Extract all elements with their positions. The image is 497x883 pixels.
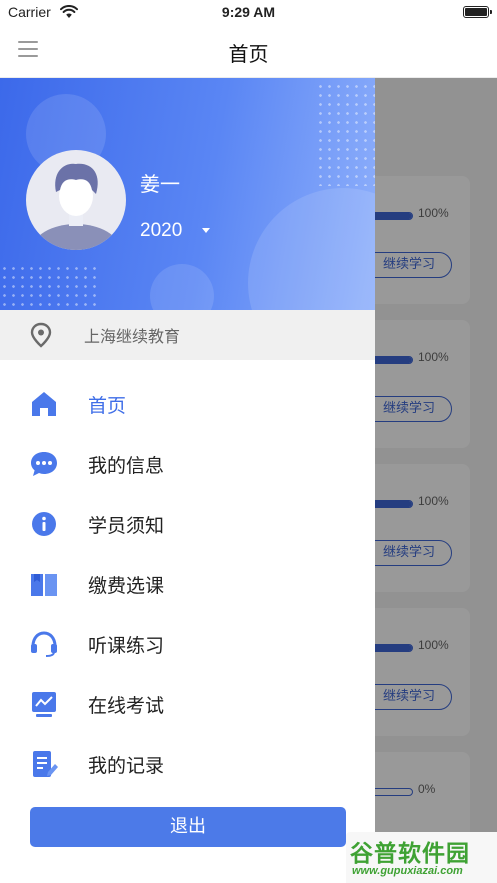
menu-item-home[interactable]: 首页	[0, 374, 375, 434]
decorative-circle	[248, 188, 375, 310]
menu-item-notice[interactable]: 学员须知	[0, 494, 375, 554]
decorative-dots	[0, 264, 96, 310]
status-bar: Carrier 9:29 AM	[0, 0, 497, 26]
menu-item-practice[interactable]: 听课练习	[0, 614, 375, 674]
caret-down-icon[interactable]	[202, 228, 210, 233]
watermark-title: 谷普软件园	[350, 841, 470, 867]
headset-icon	[28, 630, 60, 658]
menu-item-records[interactable]: 我的记录	[0, 734, 375, 794]
chat-bubble-icon	[28, 450, 60, 478]
logout-button[interactable]: 退出	[30, 807, 346, 847]
home-icon	[28, 390, 60, 418]
book-icon	[28, 570, 60, 598]
avatar[interactable]	[26, 150, 126, 250]
menu-item-my-info[interactable]: 我的信息	[0, 434, 375, 494]
watermark-url: www.gupuxiazai.com	[352, 865, 463, 877]
menu-item-enroll[interactable]: 缴费选课	[0, 554, 375, 614]
chart-monitor-icon	[28, 690, 60, 718]
menu-item-label: 我的记录	[88, 755, 165, 777]
info-icon	[28, 510, 60, 538]
user-silhouette-icon	[32, 163, 120, 250]
menu-item-label: 在线考试	[88, 695, 165, 717]
menu-item-label: 听课练习	[88, 635, 165, 657]
clock-label: 9:29 AM	[221, 4, 276, 20]
location-label: 上海继续教育	[84, 327, 181, 346]
drawer-header: 姜一 2020	[0, 78, 375, 310]
page-title: 首页	[228, 42, 269, 66]
decorative-circle	[150, 264, 214, 310]
menu-item-label: 学员须知	[88, 515, 165, 537]
user-name: 姜一	[140, 172, 180, 196]
menu-item-label: 我的信息	[88, 455, 165, 477]
location-bar[interactable]: 上海继续教育	[0, 310, 375, 360]
drawer-menu: 首页 我的信息 学员须知 缴费选课 听课练习 在线考试 我的记录	[0, 374, 375, 794]
menu-item-label: 缴费选课	[88, 575, 165, 597]
decorative-dots	[316, 82, 375, 186]
menu-item-exam[interactable]: 在线考试	[0, 674, 375, 734]
menu-item-label: 首页	[88, 395, 127, 417]
year-selector[interactable]: 2020	[140, 220, 182, 242]
side-drawer: 姜一 2020 上海继续教育 首页 我的信息 学员须知 缴费选课 听课练习 在线…	[0, 78, 375, 883]
nav-bar: 首页	[0, 26, 497, 78]
record-edit-icon	[28, 750, 60, 778]
location-pin-icon	[30, 322, 52, 352]
watermark: 谷普软件园 www.gupuxiazai.com	[346, 832, 497, 883]
battery-icon	[463, 6, 492, 18]
